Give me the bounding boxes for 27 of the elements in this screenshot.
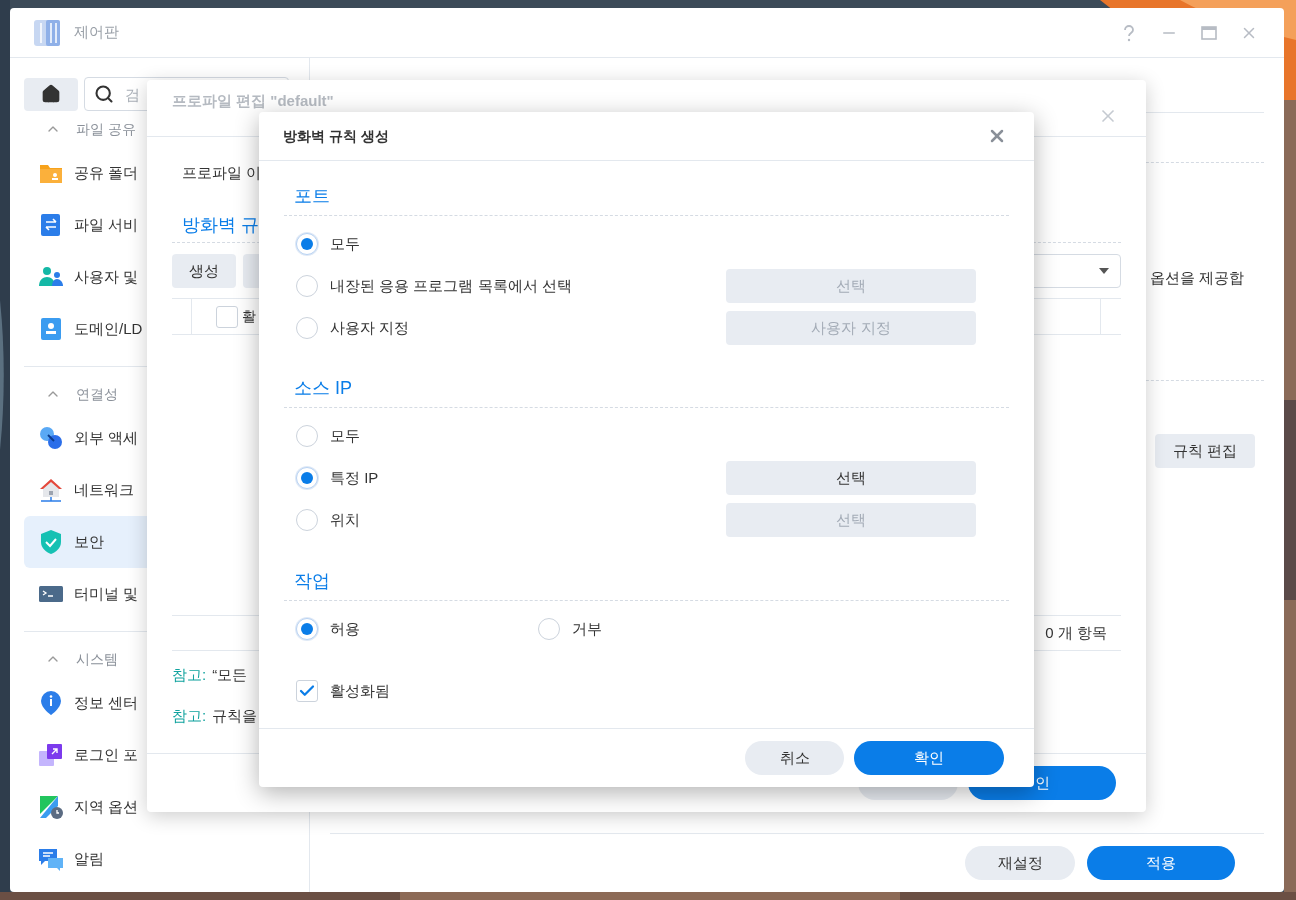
- section-title: 소스 IP: [294, 377, 352, 400]
- dialog-title: 프로파일 편집 "default": [172, 91, 334, 111]
- column-header: 활: [242, 307, 256, 326]
- option-label: 모두: [330, 425, 360, 446]
- note-label: 참고:: [172, 664, 207, 685]
- item-count: 0 개 항목: [1045, 622, 1107, 643]
- option-label: 특정 IP: [330, 467, 379, 488]
- note-text: 규칙을: [212, 705, 258, 726]
- section-title: 포트: [294, 185, 330, 208]
- group-header: 연결성: [76, 384, 118, 404]
- field-label: 프로파일 이: [182, 162, 262, 183]
- section-title: 작업: [294, 570, 330, 593]
- option-label: 모두: [330, 233, 360, 254]
- checkbox-label: 활성화됨: [330, 680, 390, 701]
- option-label: 위치: [330, 509, 360, 530]
- option-label: 사용자 지정: [330, 317, 410, 338]
- option-label: 허용: [330, 618, 360, 639]
- section-title: 방화벽 규: [182, 214, 259, 237]
- description-text: 옵션을 제공합: [1150, 268, 1246, 287]
- note-text: “모든: [212, 664, 248, 685]
- dialog-title: 방화벽 규칙 생성: [283, 126, 389, 146]
- note-label: 참고:: [172, 705, 207, 726]
- group-header: 파일 공유: [76, 119, 136, 139]
- group-header: 시스템: [76, 649, 118, 669]
- option-label: 내장된 응용 프로그램 목록에서 선택: [330, 275, 572, 296]
- window-title: 제어판: [74, 22, 119, 43]
- option-label: 거부: [572, 618, 602, 639]
